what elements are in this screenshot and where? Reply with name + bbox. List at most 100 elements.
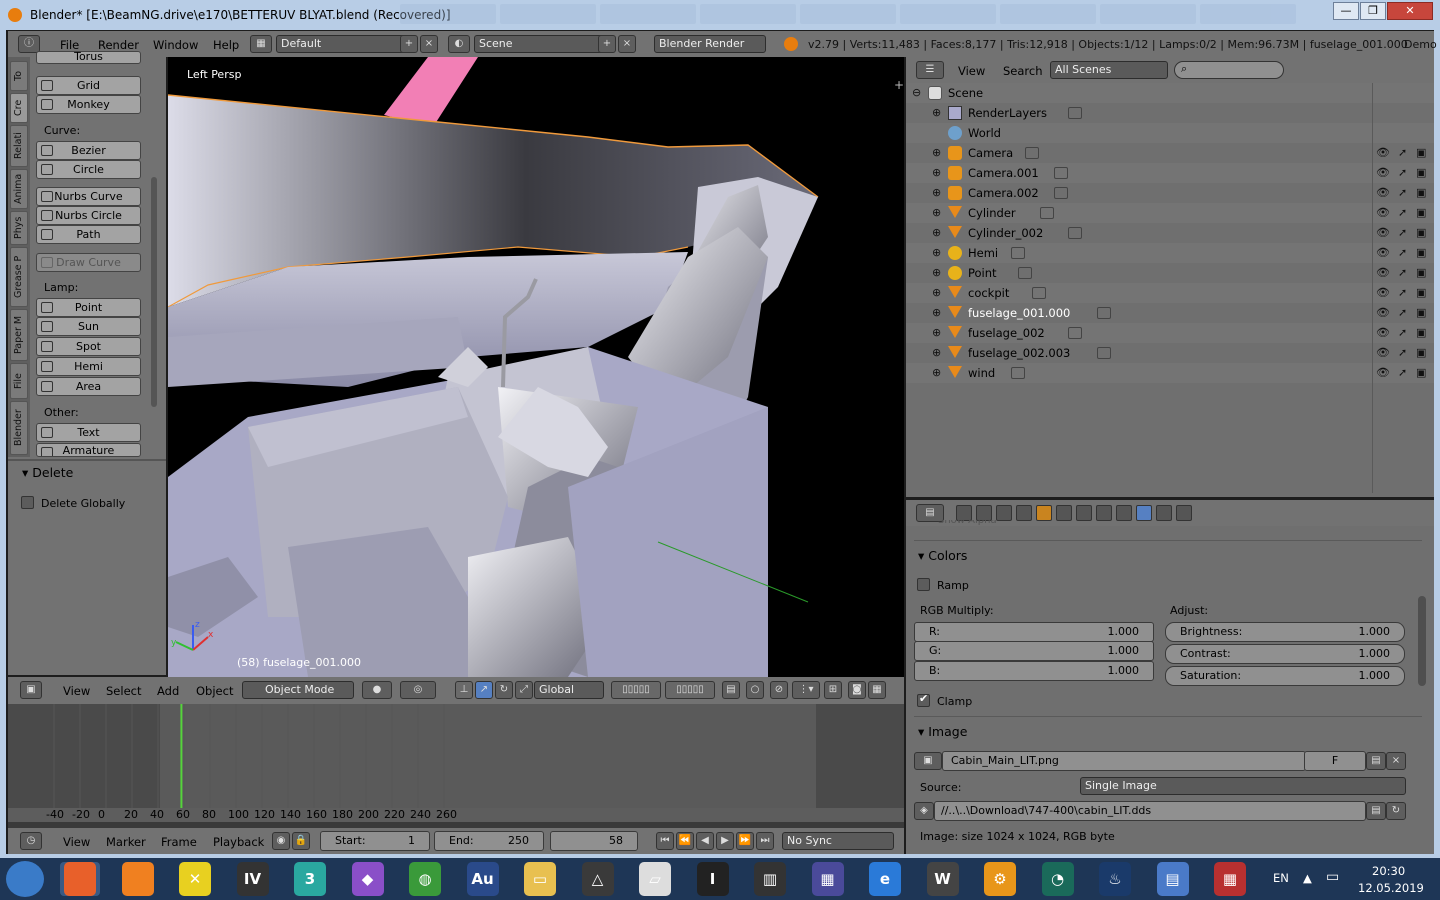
- calendar-taskbar-icon[interactable]: ▦: [808, 862, 848, 896]
- modifiers-tab-icon[interactable]: [1076, 505, 1092, 521]
- point-lamp-button[interactable]: Point: [36, 298, 141, 317]
- minimize-button[interactable]: —: [1333, 2, 1359, 20]
- cursor-icon[interactable]: ➚: [1398, 366, 1407, 379]
- control-taskbar-icon[interactable]: ▤: [1153, 862, 1193, 896]
- editor-type-button[interactable]: ⓘ: [18, 35, 40, 53]
- outliner-editor-type[interactable]: ☰: [916, 61, 944, 79]
- open-image-icon[interactable]: ▤: [1366, 752, 1386, 770]
- outliner-item-name[interactable]: fuselage_002: [968, 326, 1045, 340]
- expand-toggle-icon[interactable]: ⊕: [932, 106, 941, 119]
- expand-toggle-icon[interactable]: ⊖: [912, 86, 921, 99]
- fake-user-toggle[interactable]: F: [1304, 751, 1366, 771]
- pack-icon[interactable]: ◈: [914, 802, 934, 820]
- eye-icon[interactable]: 👁: [1376, 226, 1390, 239]
- keying-icon[interactable]: ◉: [272, 832, 290, 850]
- render-anim-icon[interactable]: ▦: [868, 681, 886, 699]
- menu-help[interactable]: Help: [213, 38, 239, 52]
- tab-physics[interactable]: Phys: [10, 211, 28, 245]
- tab-animation[interactable]: Anima: [10, 169, 28, 209]
- outliner-row[interactable]: ⊕ cockpit 👁 ➚ ▣: [906, 283, 1434, 303]
- expand-toggle-icon[interactable]: ⊕: [932, 286, 941, 299]
- expand-toggle-icon[interactable]: ⊕: [932, 266, 941, 279]
- scale-icon[interactable]: ⤢: [515, 681, 533, 699]
- eye-icon[interactable]: 👁: [1376, 266, 1390, 279]
- outliner-row[interactable]: ⊕ wind 👁 ➚ ▣: [906, 363, 1434, 383]
- outliner-menu-search[interactable]: Search: [1003, 64, 1043, 78]
- monkey-button[interactable]: Monkey: [36, 95, 141, 114]
- piano-taskbar-icon[interactable]: ▥: [750, 862, 790, 896]
- expand-toggle-icon[interactable]: ⊕: [932, 326, 941, 339]
- scene-tab-icon[interactable]: [996, 505, 1012, 521]
- clock-time[interactable]: 20:30: [1372, 864, 1405, 878]
- ramp-checkbox[interactable]: [917, 578, 930, 591]
- source-select[interactable]: Single Image: [1080, 777, 1406, 795]
- 3-taskbar-icon[interactable]: 3: [290, 862, 330, 896]
- brightness-field[interactable]: Brightness: 1.000: [1165, 622, 1405, 642]
- start-button[interactable]: [6, 861, 44, 897]
- cursor-icon[interactable]: ➚: [1398, 166, 1407, 179]
- play-icon[interactable]: ▶: [716, 832, 734, 850]
- menu-view[interactable]: View: [63, 684, 90, 698]
- cursor-icon[interactable]: ➚: [1398, 306, 1407, 319]
- current-frame-field[interactable]: 58: [550, 831, 638, 851]
- render-visibility-icon[interactable]: ▣: [1416, 286, 1426, 299]
- delete-panel-header[interactable]: ▾ Delete: [22, 465, 73, 480]
- render-layers-tab-icon[interactable]: [976, 505, 992, 521]
- outliner-item-name[interactable]: cockpit: [968, 286, 1009, 300]
- bezier-button[interactable]: Bezier: [36, 141, 141, 160]
- tab-file[interactable]: File: [10, 363, 28, 399]
- particles-tab-icon[interactable]: [1156, 505, 1172, 521]
- nurbs-curve-button[interactable]: Nurbs Curve: [36, 187, 141, 206]
- snap-icon[interactable]: ⊘: [770, 681, 788, 699]
- r-field[interactable]: R: 1.000: [914, 622, 1154, 642]
- timeline-editor-type[interactable]: ◷: [20, 832, 42, 850]
- outliner-item-name[interactable]: Cylinder_002: [968, 226, 1043, 240]
- outliner-row[interactable]: ⊕ fuselage_002.003 👁 ➚ ▣: [906, 343, 1434, 363]
- outliner-menu-view[interactable]: View: [958, 64, 985, 78]
- 3d-viewport[interactable]: z x y + Left Persp (58) fuselage_001.000: [168, 57, 904, 677]
- render-visibility-icon[interactable]: ▣: [1416, 246, 1426, 259]
- triangle-taskbar-icon[interactable]: △: [578, 862, 618, 896]
- winrar-taskbar-icon[interactable]: ▦: [1210, 862, 1250, 896]
- remove-scene-icon[interactable]: ×: [618, 35, 636, 53]
- delete-globally-checkbox[interactable]: [21, 496, 34, 509]
- render-visibility-icon[interactable]: ▣: [1416, 166, 1426, 179]
- I-taskbar-icon[interactable]: I: [693, 862, 733, 896]
- sun-lamp-button[interactable]: Sun: [36, 317, 141, 336]
- outliner-row[interactable]: ⊕ Cylinder 👁 ➚ ▣: [906, 203, 1434, 223]
- jump-keyframe-back-icon[interactable]: ⏪: [676, 832, 694, 850]
- expand-toggle-icon[interactable]: ⊕: [932, 246, 941, 259]
- manipulator-icon[interactable]: ⊥: [455, 681, 473, 699]
- render-visibility-icon[interactable]: ▣: [1416, 206, 1426, 219]
- language-indicator[interactable]: EN: [1273, 871, 1289, 885]
- render-visibility-icon[interactable]: ▣: [1416, 146, 1426, 159]
- expand-toggle-icon[interactable]: ⊕: [932, 366, 941, 379]
- world-tab-icon[interactable]: [1016, 505, 1032, 521]
- lock-layers-icon[interactable]: ▤: [722, 681, 740, 699]
- file-taskbar-icon[interactable]: ▱: [635, 862, 675, 896]
- render-visibility-icon[interactable]: ▣: [1416, 226, 1426, 239]
- eye-icon[interactable]: 👁: [1376, 146, 1390, 159]
- outliner-item-name[interactable]: wind: [968, 366, 995, 380]
- add-scene-icon[interactable]: +: [598, 35, 616, 53]
- eye-icon[interactable]: 👁: [1376, 186, 1390, 199]
- menu-select[interactable]: Select: [106, 684, 141, 698]
- render-visibility-icon[interactable]: ▣: [1416, 306, 1426, 319]
- outliner-row[interactable]: ⊕ Camera.001 👁 ➚ ▣: [906, 163, 1434, 183]
- outliner-item-name[interactable]: Camera: [968, 146, 1013, 160]
- outliner-row[interactable]: ⊕ fuselage_001.000 👁 ➚ ▣: [906, 303, 1434, 323]
- cursor-icon[interactable]: ➚: [1398, 286, 1407, 299]
- constraints-tab-icon[interactable]: [1056, 505, 1072, 521]
- timeline[interactable]: -40 -20 0 20 40 60 80 100 120 140 160 180 200 220 240 2…: [8, 704, 904, 854]
- tool-scrollbar[interactable]: [151, 177, 157, 407]
- jump-keyframe-forward-icon[interactable]: ⏩: [736, 832, 754, 850]
- mode-select[interactable]: Object Mode: [242, 681, 354, 699]
- jump-end-icon[interactable]: ⏭: [756, 832, 774, 850]
- render-visibility-icon[interactable]: ▣: [1416, 186, 1426, 199]
- eye-icon[interactable]: 👁: [1376, 346, 1390, 359]
- outliner-row[interactable]: ⊕ Point 👁 ➚ ▣: [906, 263, 1434, 283]
- browse-file-icon[interactable]: ▤: [1366, 802, 1386, 820]
- render-visibility-icon[interactable]: ▣: [1416, 266, 1426, 279]
- texture-tab-icon[interactable]: [1136, 505, 1152, 521]
- W-taskbar-icon[interactable]: W: [923, 862, 963, 896]
